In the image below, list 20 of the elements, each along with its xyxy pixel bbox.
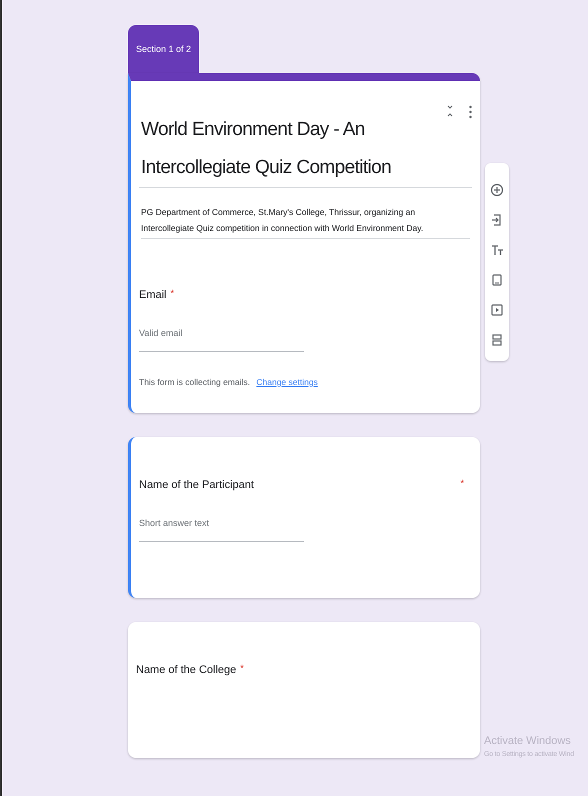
add-icon[interactable] (490, 183, 504, 197)
change-settings-link[interactable]: Change settings (256, 376, 318, 387)
required-asterisk: * (170, 288, 174, 298)
section-icon[interactable] (490, 333, 504, 347)
text-size-icon[interactable] (490, 243, 504, 257)
email-field[interactable]: Valid email (139, 327, 304, 352)
collapse-icon[interactable] (447, 104, 453, 116)
form-description[interactable]: PG Department of Commerce, St.Mary's College, Thrissur, organizing an Intercollegiate Quiz competition in connection with World Environment Day. (141, 204, 470, 239)
section-tab[interactable]: Section 1 of 2 (128, 25, 200, 72)
collecting-emails-note: This form is collecting emails. Change settings (139, 376, 319, 389)
question-label: Name of the College * (136, 662, 244, 678)
more-icon[interactable] (469, 104, 472, 118)
required-asterisk: * (240, 662, 244, 673)
required-asterisk: * (460, 476, 464, 490)
video-icon[interactable] (490, 303, 504, 317)
image-icon[interactable] (490, 273, 504, 287)
email-label: Email * (139, 286, 176, 303)
form-title[interactable]: World Environment Day - An Intercollegiate Quiz Competition (131, 80, 447, 186)
question-label: Name of the Participant (139, 478, 254, 493)
answer-field[interactable]: Short answer text (139, 517, 304, 542)
